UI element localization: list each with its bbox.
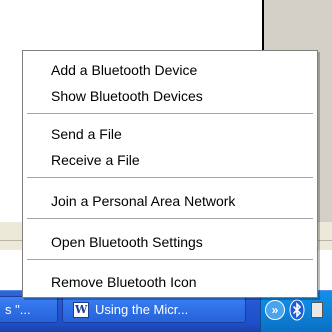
word-document-icon: W [73, 301, 89, 318]
menu-item-join-personal-area-network[interactable]: Join a Personal Area Network [23, 190, 317, 212]
taskbar-button-word-document[interactable]: W Using the Micr... [62, 296, 246, 323]
bluetooth-context-menu: Add a Bluetooth Device Show Bluetooth De… [22, 50, 318, 298]
menu-separator [27, 259, 313, 260]
taskbar-button-previous-label: s "... [5, 302, 31, 317]
menu-separator [27, 177, 313, 178]
taskbar-button-previous[interactable]: s "... [0, 296, 58, 323]
menu-separator [27, 218, 313, 219]
menu-item-remove-bluetooth-icon[interactable]: Remove Bluetooth Icon [23, 271, 317, 293]
menu-item-receive-file[interactable]: Receive a File [23, 149, 317, 171]
menu-separator [27, 113, 313, 114]
bluetooth-icon[interactable] [289, 299, 305, 321]
menu-item-show-bluetooth-devices[interactable]: Show Bluetooth Devices [23, 85, 317, 107]
taskbar-button-word-label: Using the Micr... [95, 302, 189, 317]
menu-item-send-file[interactable]: Send a File [23, 123, 317, 145]
menu-item-add-bluetooth-device[interactable]: Add a Bluetooth Device [23, 59, 317, 81]
menu-item-open-bluetooth-settings[interactable]: Open Bluetooth Settings [23, 231, 317, 253]
chevron-icon[interactable]: » [265, 300, 285, 320]
tray-icon[interactable] [311, 302, 323, 318]
